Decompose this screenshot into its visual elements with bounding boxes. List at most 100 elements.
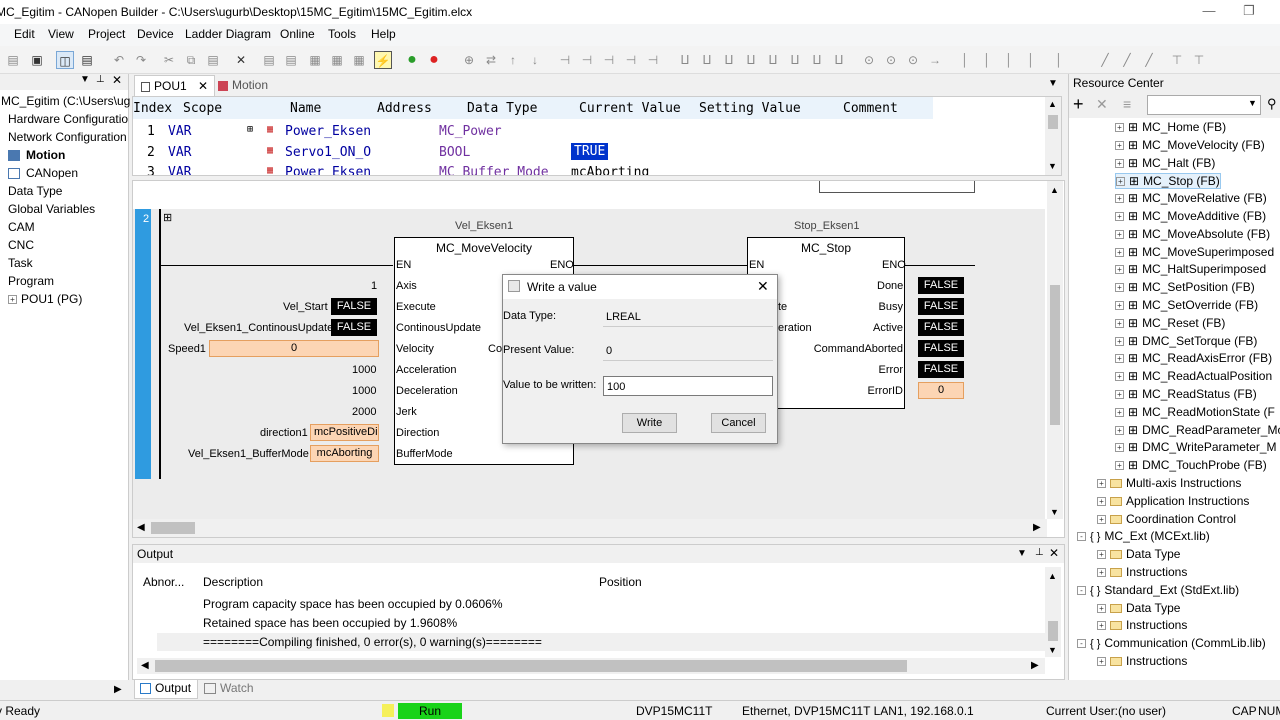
output-hscrollbar[interactable]: ◀ ▶ [137,658,1045,674]
fb-icon[interactable]: ⊣ [644,51,662,69]
resource-folder[interactable]: + Instructions [1097,618,1187,632]
resource-fb-item[interactable]: + ⊞ DMC_WriteParameter_M [1115,440,1277,454]
execute-value[interactable]: FALSE [331,298,377,315]
resource-folder[interactable]: + Instructions [1097,654,1187,668]
scroll-thumb[interactable] [1050,285,1060,425]
collapse-icon[interactable]: - [1077,586,1086,596]
pin-icon[interactable]: ⊥ [96,74,105,85]
resource-fb-item[interactable]: + ⊞ DMC_TouchProbe (FB) [1115,458,1267,472]
scroll-thumb[interactable] [1048,621,1058,641]
tree-cnc[interactable]: CNC [8,238,34,252]
expand-icon[interactable]: + [1115,301,1124,311]
resource-fb-item[interactable]: + ⊞ DMC_ReadParameter_Mo [1115,423,1280,437]
scroll-down-icon[interactable]: ▼ [1048,645,1057,655]
resource-folder[interactable]: + Application Instructions [1097,494,1249,508]
expand-icon[interactable]: + [1115,319,1124,329]
expand-icon[interactable]: ⊞ [247,124,253,135]
scroll-up-icon[interactable]: ▲ [1048,99,1057,109]
resource-fb-item[interactable]: + ⊞ MC_HaltSuperimposed [1115,262,1266,276]
tab-watch[interactable]: Watch [202,680,254,699]
expand-icon[interactable]: + [1115,354,1124,364]
resource-folder[interactable]: + Data Type [1097,601,1180,615]
open-icon[interactable]: ▤ [4,51,22,69]
contact-nc-icon[interactable]: ⊣ [578,51,596,69]
layout-icon[interactable]: ◫ [56,51,74,69]
close-icon[interactable]: ✕ [1049,546,1059,560]
contact-no-icon[interactable]: ⊣ [556,51,574,69]
line-2-icon[interactable]: ⊤ [1190,51,1208,69]
arrow-down-icon[interactable]: ↓ [526,51,544,69]
online-mode-icon[interactable]: ⚡ [374,51,392,69]
resource-fb-item[interactable]: + ⊞ MC_SetPosition (FB) [1115,280,1255,294]
axis-value[interactable]: 1 [371,280,377,292]
cancel-button[interactable]: Cancel [711,413,766,433]
col-abnormal[interactable]: Abnor... [143,575,184,589]
col-data-type[interactable]: Data Type [467,101,537,116]
network-margin[interactable] [135,209,151,479]
download-icon[interactable]: ▦ [350,51,368,69]
col-address[interactable]: Address [377,101,432,116]
expand-icon[interactable]: + [1115,265,1124,275]
expand-icon[interactable]: + [1115,443,1124,453]
tree-canopen[interactable]: CANopen [8,166,78,180]
contact-7-icon[interactable]: ⨿ [764,51,782,69]
buffermode-var[interactable]: Vel_Eksen1_BufferMode [188,448,309,460]
row-current-value[interactable]: TRUE [571,143,609,160]
error-value[interactable]: FALSE [918,361,964,378]
expand-icon[interactable]: + [1115,248,1124,258]
arrow-up-icon[interactable]: ↑ [504,51,522,69]
expand-icon[interactable]: + [1115,141,1124,151]
tab-output[interactable]: Output [134,680,198,699]
menu-edit[interactable]: Edit [14,27,35,41]
expand-icon[interactable]: + [1115,283,1124,293]
tree-cam[interactable]: CAM [8,220,35,234]
write-button[interactable]: Write [622,413,677,433]
col-position[interactable]: Position [599,575,642,589]
velocity-var[interactable]: Speed1 [168,343,206,355]
buffermode-value[interactable]: mcAborting [310,445,379,462]
scroll-thumb[interactable] [155,660,907,672]
save-icon[interactable]: ▣ [28,51,46,69]
resource-folder[interactable]: + Coordination Control [1097,512,1236,526]
contact-5-icon[interactable]: ⨿ [720,51,738,69]
branch-2-icon[interactable]: │ [978,51,996,69]
expand-icon[interactable]: + [1097,604,1106,614]
remove-icon[interactable]: ✕ [1096,96,1108,113]
coil-c-icon[interactable]: ⊙ [904,51,922,69]
list-icon[interactable]: ≡ [1123,96,1131,112]
edit-1-icon[interactable]: ╱ [1096,51,1114,69]
commandaborted-value[interactable]: FALSE [918,340,964,357]
velocity-value[interactable]: 0 [209,340,379,357]
scroll-down-icon[interactable]: ▼ [1048,161,1057,171]
resource-fb-item[interactable]: + ⊞ MC_MoveVelocity (FB) [1115,138,1265,152]
col-name[interactable]: Name [290,101,321,116]
value-to-write-input[interactable]: 100 [603,376,773,396]
tree-project[interactable]: MC_Egitim (C:\Users\ug [1,94,130,108]
resource-library[interactable]: -{ } Standard_Ext (StdExt.lib) [1077,583,1239,597]
coil-d-icon[interactable]: → [926,51,944,69]
resource-fb-item[interactable]: + ⊞ MC_SetOverride (FB) [1115,298,1258,312]
active-value[interactable]: FALSE [918,319,964,336]
contact-9-icon[interactable]: ⨿ [808,51,826,69]
expand-icon[interactable]: + [1115,194,1124,204]
expand-icon[interactable]: + [1115,230,1124,240]
resource-fb-item[interactable]: + ⊞ MC_ReadMotionState (F [1115,405,1275,419]
expand-icon[interactable]: + [1115,461,1124,471]
resource-library[interactable]: -{ } Communication (CommLib.lib) [1077,636,1266,650]
replace-icon[interactable]: ▤ [282,51,300,69]
tab-dropdown-icon[interactable]: ▼ [1048,78,1058,89]
ladder-vscrollbar[interactable]: ▲ ▼ [1047,181,1063,519]
ladder-tool-1-icon[interactable]: ⊕ [460,51,478,69]
expand-icon[interactable]: + [1115,372,1124,382]
col-comment[interactable]: Comment [843,101,898,116]
expand-icon[interactable]: + [1115,123,1124,133]
col-scope[interactable]: Scope [183,101,222,116]
contact-10-icon[interactable]: ⨿ [830,51,848,69]
tab-motion[interactable]: Motion [212,75,274,96]
contact-3-icon[interactable]: ⨿ [676,51,694,69]
expand-icon[interactable]: + [1097,657,1106,667]
network-collapse-icon[interactable]: ⊞ [163,211,172,224]
dropdown-icon[interactable]: ▼ [1017,548,1027,559]
contact-6-icon[interactable]: ⨿ [742,51,760,69]
resource-fb-item[interactable]: + ⊞ MC_ReadAxisError (FB) [1115,351,1272,365]
